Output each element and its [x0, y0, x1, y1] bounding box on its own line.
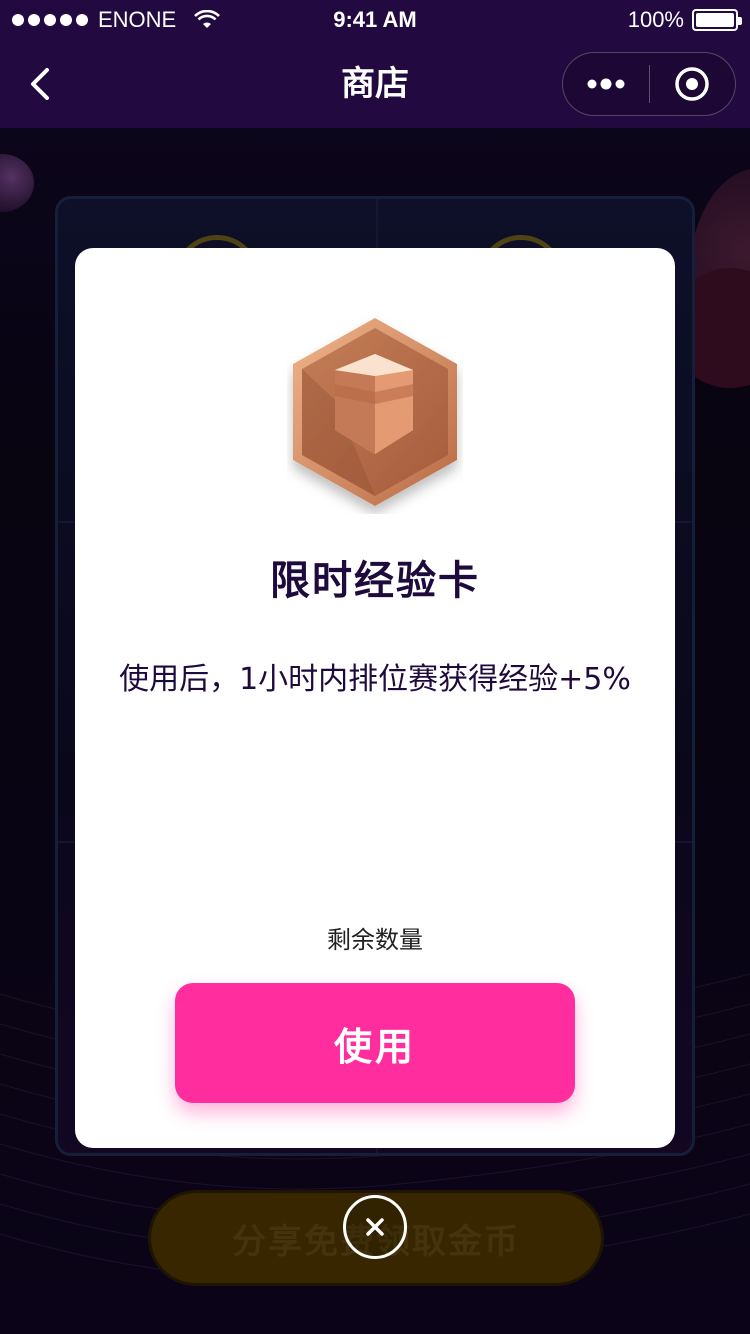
more-button[interactable] [563, 52, 649, 116]
battery-percentage: 100% [627, 7, 684, 32]
item-description: 使用后，1小时内排位赛获得经验+5% [119, 662, 631, 697]
exit-miniprogram-button[interactable] [650, 52, 736, 116]
status-right: 100% [627, 0, 742, 40]
target-circle-icon [675, 67, 709, 101]
item-title: 限时经验卡 [270, 558, 480, 604]
battery-icon [692, 9, 742, 31]
status-bar: ENONE 9:41 AM 100% [0, 0, 750, 40]
shop-screen: 分享免费领取金币 ENONE 9:41 AM 100% 商店 限时经验卡 使用后… [0, 0, 750, 1334]
item-detail-dialog: 限时经验卡 使用后，1小时内排位赛获得经验+5% 剩余数量 使用 [75, 248, 675, 1148]
miniprogram-capsule [562, 52, 736, 116]
item-icon-container [287, 314, 463, 514]
bronze-hexagon-card-icon [293, 318, 457, 506]
battery-level [696, 13, 734, 27]
navigation-bar: 商店 [0, 40, 750, 128]
use-button[interactable]: 使用 [175, 983, 575, 1103]
close-dialog-button[interactable] [343, 1195, 407, 1259]
remaining-quantity-label: 剩余数量 [327, 926, 423, 954]
close-icon [366, 1218, 384, 1236]
more-dots-icon [587, 78, 625, 90]
